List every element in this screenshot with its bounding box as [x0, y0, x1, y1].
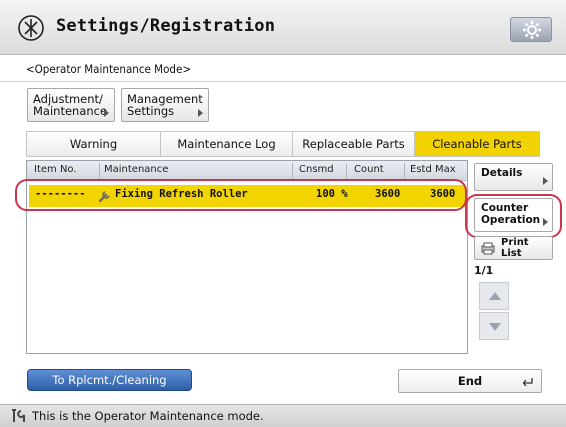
tools-icon	[12, 409, 25, 422]
arrow-right-icon	[104, 109, 109, 117]
column-header-item-no: Item No.	[34, 164, 77, 175]
print-label-line2: List	[501, 248, 522, 259]
column-divider	[99, 163, 100, 180]
column-divider	[292, 163, 293, 180]
tab-replaceable-parts[interactable]: Replaceable Parts	[293, 132, 415, 156]
arrow-right-icon	[198, 109, 203, 117]
print-label-line1: Print	[501, 237, 529, 248]
adjustment-maintenance-button[interactable]: Adjustment/ Maintenance	[27, 88, 115, 122]
settings-registration-icon	[18, 15, 44, 41]
page-indicator: 1/1	[474, 264, 494, 277]
tab-maintenance-log[interactable]: Maintenance Log	[161, 132, 293, 156]
tab-cleanable-parts[interactable]: Cleanable Parts	[415, 132, 539, 156]
end-button[interactable]: End	[398, 369, 542, 393]
management-label-line2: Settings	[127, 104, 175, 118]
column-header-estd-max: Estd Max	[410, 164, 456, 175]
column-header-maintenance: Maintenance	[104, 164, 169, 175]
to-replacement-cleaning-button[interactable]: To Rplcmt./Cleaning	[27, 369, 192, 391]
details-button[interactable]: Details	[474, 163, 553, 191]
management-settings-button[interactable]: Management Settings	[121, 88, 209, 122]
column-header-count: Count	[354, 164, 384, 175]
settings-button[interactable]	[510, 17, 552, 42]
tab-warning[interactable]: Warning	[27, 132, 161, 156]
adjustment-label-line2: Maintenance	[33, 104, 108, 118]
list-header	[27, 161, 467, 181]
end-label: End	[457, 374, 483, 388]
mode-label: <Operator Maintenance Mode>	[26, 62, 192, 76]
triangle-up-icon	[489, 292, 501, 300]
column-header-cnsmd: Cnsmd	[299, 164, 334, 175]
column-divider	[346, 163, 347, 180]
status-message: This is the Operator Maintenance mode.	[32, 409, 264, 423]
arrow-right-icon	[543, 177, 548, 185]
printer-icon	[481, 242, 495, 255]
row-highlight-ring	[15, 179, 467, 211]
return-icon	[522, 378, 533, 387]
counter-highlight-ring	[465, 194, 562, 238]
details-label: Details	[481, 167, 523, 179]
column-divider	[404, 163, 405, 180]
scroll-down-button[interactable]	[479, 312, 509, 340]
print-list-button[interactable]: Print List	[474, 236, 553, 260]
triangle-down-icon	[489, 323, 501, 331]
page-title: Settings/Registration	[56, 16, 276, 36]
scroll-up-button[interactable]	[479, 282, 509, 310]
gear-icon	[523, 21, 541, 39]
